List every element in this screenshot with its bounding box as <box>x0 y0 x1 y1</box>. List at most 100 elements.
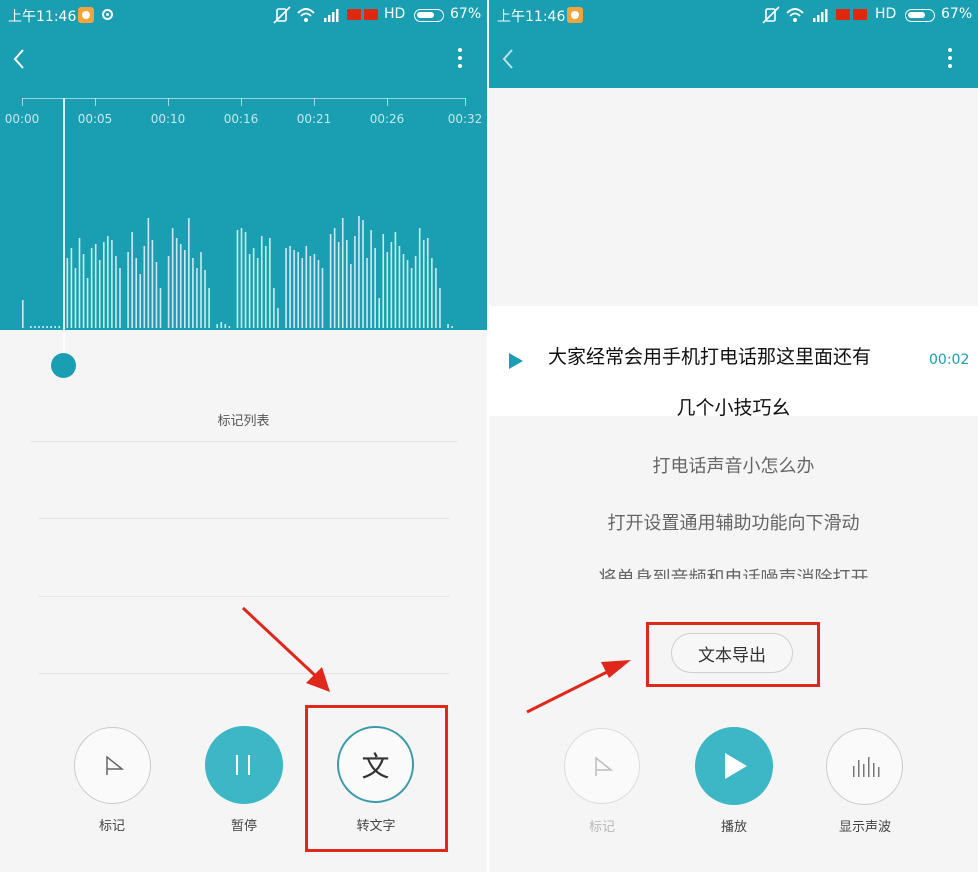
waveform-bar <box>317 260 320 328</box>
mark-button[interactable] <box>564 728 640 804</box>
current-transcript-line[interactable]: 大家经常会用手机打电话那这里面还有 几个小技巧幺 00:02 <box>489 306 978 419</box>
waveform-bar <box>277 308 279 328</box>
pause-button[interactable] <box>205 726 283 804</box>
waveform-bar <box>228 326 231 328</box>
waveform-bar <box>305 246 308 328</box>
waveform-bar <box>184 250 186 328</box>
waveform-bar <box>297 252 299 328</box>
waveform-bar <box>366 258 368 328</box>
transcript-text-line: 大家经常会用手机打电话那这里面还有 <box>548 346 872 368</box>
playhead-handle[interactable] <box>51 353 76 378</box>
mark-button-label: 标记 <box>588 820 616 835</box>
waveform-bar <box>398 246 401 328</box>
waveform-bar <box>58 326 61 328</box>
waveform-bar <box>285 248 287 328</box>
waveform-bar <box>175 238 178 328</box>
app-notification-icon <box>567 7 583 23</box>
waveform-bar <box>204 270 206 328</box>
transcript-fade-clip: 将单身到音频和电话噪声消除打开 <box>489 560 978 579</box>
mark-button[interactable] <box>74 727 151 804</box>
waveform-bar <box>252 248 255 328</box>
waveform-bar <box>139 274 142 328</box>
waveform-bar <box>22 300 24 328</box>
annotation-highlight-box <box>646 622 820 687</box>
waveform-bar <box>410 268 413 328</box>
marks-row-divider <box>38 518 450 519</box>
transcript-screen: 上午11:46 HD 67% 大家经常会用手机打电话那这里面还有 几个小技巧幺 … <box>489 0 978 872</box>
waveform-bar <box>155 262 158 328</box>
waveform-bar <box>179 244 182 328</box>
waveform-bar <box>313 254 316 328</box>
marks-row-divider <box>38 596 450 597</box>
waveform-bar <box>378 298 380 328</box>
waveform-bar <box>216 324 218 328</box>
waveform-bar <box>131 232 133 328</box>
transcript-next-line[interactable]: 打开设置通用辅助功能向下滑动 <box>489 509 978 535</box>
waveform-bar <box>354 236 356 328</box>
waveform-bar <box>82 254 85 328</box>
waveform-bar <box>374 248 376 328</box>
waveform-bar <box>358 216 360 328</box>
waveform-bar <box>329 234 332 328</box>
waveform-bar <box>248 254 251 328</box>
waveform-bar <box>293 250 295 328</box>
waveform-bar <box>394 232 397 328</box>
waveform-bar <box>451 326 453 328</box>
waveform-bar <box>135 258 137 328</box>
waveform-bar <box>350 264 352 328</box>
waveform-bar <box>151 240 154 328</box>
waveform-bar <box>390 242 393 328</box>
waveform-bar <box>159 288 162 328</box>
waveform-bar <box>309 256 312 328</box>
mark-button-label: 标记 <box>98 819 126 834</box>
transcript-next-line[interactable]: 将单身到音频和电话噪声消除打开 <box>489 564 978 579</box>
status-bar: 上午11:46 HD 67% <box>489 0 978 30</box>
waveform-bar <box>167 256 170 328</box>
waveform-bar <box>289 246 291 328</box>
waveform-bar <box>236 230 239 328</box>
pause-button-label: 暂停 <box>230 819 258 834</box>
waveform-bar <box>269 238 271 328</box>
waveform-bar <box>94 244 97 328</box>
waveform-bar <box>224 324 227 328</box>
waveform-bar <box>196 268 198 328</box>
waveform-bar <box>418 228 421 328</box>
marks-list-title: 标记列表 <box>217 414 270 429</box>
carrier-flag-icon <box>836 9 850 20</box>
play-line-icon[interactable] <box>509 353 523 369</box>
waveform-bar <box>98 260 101 328</box>
waveform-bar <box>30 326 32 328</box>
show-waveform-button[interactable] <box>826 728 903 805</box>
waveform-bar <box>66 258 69 328</box>
waveform-bar <box>414 256 417 328</box>
waveform-bar <box>220 322 223 328</box>
waveform-bar <box>188 218 190 328</box>
waveform-bar <box>337 242 340 328</box>
audio-waveform[interactable] <box>0 0 487 330</box>
waveform-bar <box>321 268 324 328</box>
waveform-bar <box>386 252 389 328</box>
waveform-bar <box>70 248 73 328</box>
network-type: HD <box>875 6 897 22</box>
wifi-icon <box>786 8 804 22</box>
chevron-left-icon[interactable] <box>501 48 515 70</box>
waveform-bar <box>265 246 267 328</box>
battery-percent: 67% <box>941 6 973 22</box>
transcript-next-line[interactable]: 打电话声音小怎么办 <box>489 452 978 478</box>
waveform-bar <box>341 218 344 328</box>
waveform-bar <box>301 258 304 328</box>
more-vertical-icon[interactable] <box>947 48 953 70</box>
waveform-bar <box>260 236 263 328</box>
waveform-bar <box>406 260 409 328</box>
waveform-bar <box>362 220 364 328</box>
play-button-label: 播放 <box>720 820 748 835</box>
waveform-bar <box>439 288 441 328</box>
waveform-bar <box>382 234 385 328</box>
waveform-bar <box>50 326 52 328</box>
waveform-bar <box>42 326 44 328</box>
annotation-arrow <box>526 660 631 714</box>
play-button[interactable] <box>695 727 773 805</box>
waveform-bar <box>244 232 247 328</box>
flag-triangle-icon <box>595 756 614 776</box>
waveform-bar <box>103 242 105 328</box>
